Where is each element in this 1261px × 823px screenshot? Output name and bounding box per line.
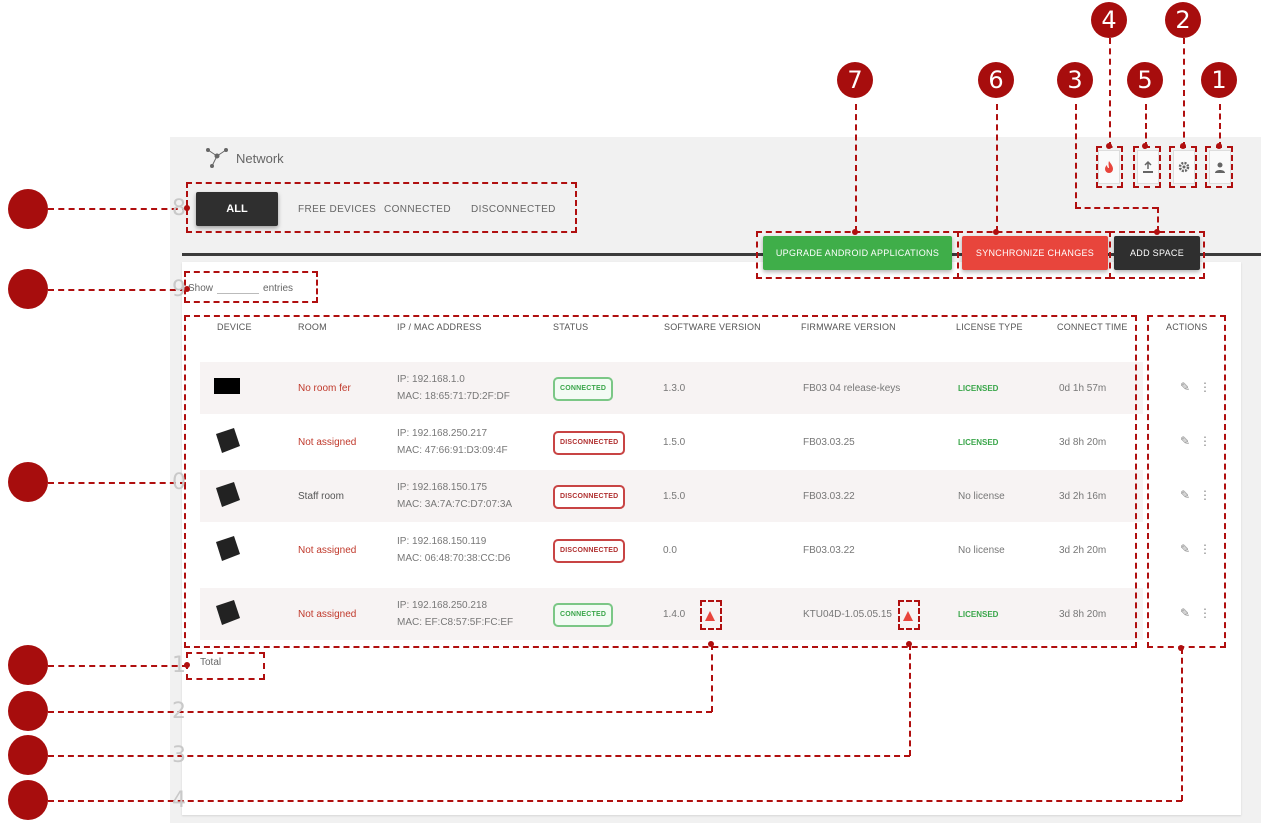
page-title: Network	[236, 150, 284, 166]
faint-label: 1	[172, 653, 186, 678]
annotation-box-tabs	[186, 182, 577, 233]
leader-dot	[1106, 143, 1112, 149]
callout-6: 6	[978, 62, 1014, 98]
callout-3: 3	[1057, 62, 1093, 98]
annotation-box-upgrade	[756, 231, 959, 279]
leader-dot	[1154, 229, 1160, 235]
leader-line	[48, 482, 186, 484]
annotation-box-actions	[1147, 315, 1226, 648]
faint-label: 9	[172, 277, 186, 302]
annotation-box-fire	[1096, 146, 1123, 188]
faint-label: 3	[172, 743, 186, 768]
leader-line	[48, 711, 712, 713]
annotation-box-user	[1205, 146, 1233, 188]
faint-label: 0	[172, 470, 186, 495]
leader-line	[1183, 38, 1185, 148]
callout-4: 4	[1091, 2, 1127, 38]
callout-disc	[8, 645, 48, 685]
leader-line	[711, 644, 713, 712]
annotation-box-sync	[957, 231, 1111, 279]
callout-7: 7	[837, 62, 873, 98]
callout-disc	[8, 691, 48, 731]
leader-line	[48, 208, 188, 210]
annotation-box-show-entries	[184, 271, 318, 303]
leader-line	[909, 644, 911, 756]
leader-line	[1145, 104, 1147, 148]
leader-dot	[852, 229, 858, 235]
leader-dot	[708, 641, 714, 647]
callout-disc	[8, 780, 48, 820]
annotation-box-total	[186, 652, 265, 680]
leader-dot	[1216, 143, 1222, 149]
callout-5: 5	[1127, 62, 1163, 98]
leader-dot	[906, 641, 912, 647]
leader-line	[48, 800, 1182, 802]
faint-label: 4	[172, 788, 186, 813]
leader-line	[996, 104, 998, 232]
leader-line	[1109, 38, 1111, 148]
leader-line	[1181, 648, 1183, 801]
leader-line	[48, 665, 188, 667]
leader-line	[855, 104, 857, 232]
leader-dot	[1142, 143, 1148, 149]
leader-line	[1075, 207, 1158, 209]
faint-label: 2	[172, 699, 186, 724]
annotation-box-export	[1133, 146, 1161, 188]
callout-1: 1	[1201, 62, 1237, 98]
brand: Network	[204, 146, 284, 170]
annotation-box-table	[184, 315, 1137, 648]
leader-dot	[993, 229, 999, 235]
callout-disc	[8, 269, 48, 309]
callout-2: 2	[1165, 2, 1201, 38]
callout-disc	[8, 462, 48, 502]
faint-label: 8	[172, 196, 186, 221]
annotation-box-add	[1109, 231, 1205, 279]
leader-dot	[1178, 645, 1184, 651]
callout-disc	[8, 189, 48, 229]
annotation-box-sw-warning	[700, 600, 722, 630]
leader-line	[48, 289, 186, 291]
leader-line	[1075, 104, 1077, 208]
leader-line	[1219, 104, 1221, 148]
callout-disc	[8, 735, 48, 775]
network-icon	[206, 148, 228, 168]
leader-dot	[1180, 143, 1186, 149]
annotation-box-settings	[1169, 146, 1197, 188]
annotation-box-fw-warning	[898, 600, 920, 630]
